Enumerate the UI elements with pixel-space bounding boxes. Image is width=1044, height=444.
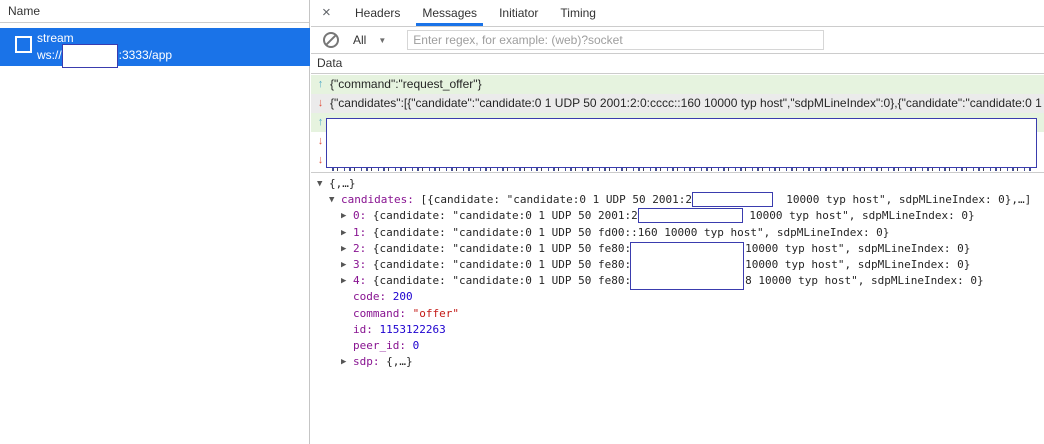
tab-timing[interactable]: Timing xyxy=(549,0,607,26)
tree-prop-code[interactable]: code:200 xyxy=(311,289,1044,305)
tree-prop-command[interactable]: command:"offer" xyxy=(311,306,1044,322)
triangle-closed-icon[interactable]: ▶ xyxy=(341,257,353,273)
request-url-port-path: :3333/app xyxy=(119,48,172,62)
property-preview: {candidate: "candidate:0 1 UDP 50 fe80: xyxy=(366,258,631,271)
root-preview: {,…} xyxy=(329,177,356,190)
property-key: command: xyxy=(353,307,406,320)
redaction-box xyxy=(638,208,743,223)
websocket-icon xyxy=(15,36,32,53)
property-value: 0 xyxy=(406,339,419,352)
regex-filter-input[interactable] xyxy=(407,30,824,50)
triangle-closed-icon[interactable]: ▶ xyxy=(341,225,353,241)
message-type-filter[interactable]: All xyxy=(353,33,366,47)
tree-candidates[interactable]: ▼candidates: [{candidate: "candidate:0 1… xyxy=(311,192,1044,208)
tab-headers[interactable]: Headers xyxy=(344,0,411,26)
triangle-open-icon[interactable]: ▼ xyxy=(317,176,329,192)
redaction-box xyxy=(692,192,773,207)
property-preview: 10000 typ host", sdpMLineIndex: 0},…] xyxy=(773,193,1031,206)
property-key: peer_id: xyxy=(353,339,406,352)
name-column-header: Name xyxy=(0,0,309,23)
property-preview: 10000 typ host", sdpMLineIndex: 0} xyxy=(745,242,970,255)
triangle-open-icon[interactable]: ▼ xyxy=(329,192,341,208)
property-preview: {candidate: "candidate:0 1 UDP 50 2001:2 xyxy=(366,209,638,222)
sent-arrow-icon: ↑ xyxy=(315,75,326,94)
sent-arrow-icon: ↑ xyxy=(315,113,326,132)
chevron-down-icon[interactable]: ▼ xyxy=(378,36,386,45)
triangle-closed-icon[interactable]: ▶ xyxy=(341,273,353,289)
property-preview: {candidate: "candidate:0 1 UDP 50 fe80: xyxy=(366,274,631,287)
request-detail-panel: × Headers Messages Initiator Timing All … xyxy=(311,0,1044,444)
tree-prop-sdp[interactable]: ▶sdp:{,…} xyxy=(311,354,1044,370)
triangle-closed-icon[interactable]: ▶ xyxy=(341,354,353,370)
tree-root[interactable]: ▼{,…} xyxy=(311,176,1044,192)
tree-prop-peer-id[interactable]: peer_id:0 xyxy=(311,338,1044,354)
property-preview: 10000 typ host", sdpMLineIndex: 0} xyxy=(745,258,970,271)
tree-candidate-1[interactable]: ▶1: {candidate: "candidate:0 1 UDP 50 fd… xyxy=(311,225,1044,241)
property-preview: 8 10000 typ host", sdpMLineIndex: 0} xyxy=(745,274,983,287)
property-value: 1153122263 xyxy=(373,323,446,336)
message-text: {"candidates":[{"candidate":"candidate:0… xyxy=(330,94,1044,113)
tree-candidate-0[interactable]: ▶0: {candidate: "candidate:0 1 UDP 50 20… xyxy=(311,208,1044,224)
detail-tabbar: × Headers Messages Initiator Timing xyxy=(311,0,1044,27)
property-key: 4: xyxy=(353,274,366,287)
messages-preview-splitter[interactable] xyxy=(311,172,1044,173)
property-preview: [{candidate: "candidate:0 1 UDP 50 2001:… xyxy=(414,193,692,206)
property-key: candidates: xyxy=(341,193,414,206)
request-url-scheme: ws:// xyxy=(37,48,62,62)
message-row-sent[interactable]: ↑ {"command":"request_offer"} xyxy=(311,75,1044,94)
property-value: {,…} xyxy=(380,355,413,368)
received-arrow-icon: ↓ xyxy=(315,94,326,113)
property-key: 2: xyxy=(353,242,366,255)
received-arrow-icon: ↓ xyxy=(315,132,326,151)
tree-prop-id[interactable]: id:1153122263 xyxy=(311,322,1044,338)
message-json-tree: ▼{,…} ▼candidates: [{candidate: "candida… xyxy=(311,176,1044,444)
property-value: "offer" xyxy=(406,307,459,320)
received-arrow-icon: ↓ xyxy=(315,151,326,170)
close-icon[interactable]: × xyxy=(322,0,344,26)
property-value: 200 xyxy=(386,290,412,303)
redacted-text-remnant xyxy=(332,168,1032,171)
property-key: id: xyxy=(353,323,373,336)
property-key: 0: xyxy=(353,209,366,222)
property-preview: {candidate: "candidate:0 1 UDP 50 fe80: xyxy=(366,242,631,255)
tab-messages[interactable]: Messages xyxy=(411,0,488,26)
property-key: code: xyxy=(353,290,386,303)
property-preview: {candidate: "candidate:0 1 UDP 50 fd00::… xyxy=(366,226,889,239)
property-key: sdp: xyxy=(353,355,380,368)
redaction-box xyxy=(62,44,118,68)
tab-initiator[interactable]: Initiator xyxy=(488,0,549,26)
messages-filter-toolbar: All ▼ xyxy=(311,27,1044,54)
data-column-header: Data xyxy=(311,54,1044,74)
message-text: {"command":"request_offer"} xyxy=(330,75,482,94)
message-list: ↑ {"command":"request_offer"} ↓ {"candid… xyxy=(311,75,1044,170)
triangle-closed-icon[interactable]: ▶ xyxy=(341,241,353,257)
property-key: 3: xyxy=(353,258,366,271)
request-name: stream xyxy=(37,31,74,45)
property-key: 1: xyxy=(353,226,366,239)
message-row-received[interactable]: ↓ {"candidates":[{"candidate":"candidate… xyxy=(311,94,1044,113)
triangle-closed-icon[interactable]: ▶ xyxy=(341,208,353,224)
block-filter-icon[interactable] xyxy=(323,32,339,48)
network-request-list: Name stream ws:// :3333/app xyxy=(0,0,310,444)
request-row-stream[interactable]: stream ws:// :3333/app xyxy=(0,28,310,66)
redaction-box xyxy=(630,242,744,290)
property-preview: 10000 typ host", sdpMLineIndex: 0} xyxy=(743,209,975,222)
redaction-box xyxy=(326,118,1037,168)
